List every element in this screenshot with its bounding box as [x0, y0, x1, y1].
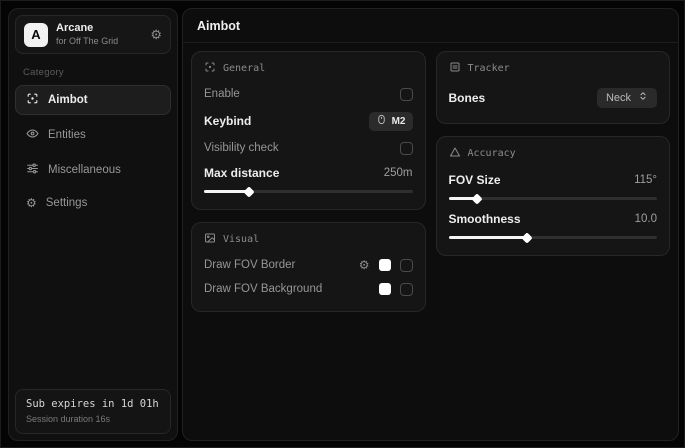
card-visual-header: Visual — [204, 232, 413, 247]
main-panel: Aimbot General Enable — [182, 8, 679, 441]
triangle-icon — [449, 146, 461, 161]
slider-thumb[interactable] — [471, 193, 482, 204]
card-accuracy-header: Accuracy — [449, 146, 658, 161]
mouse-icon — [376, 114, 387, 128]
enable-label: Enable — [204, 88, 240, 100]
card-tracker-header: Tracker — [449, 61, 658, 76]
slider-fill — [449, 236, 528, 239]
draw-fov-background-row: Draw FOV Background — [204, 277, 413, 301]
smoothness-label: Smoothness — [449, 212, 521, 226]
draw-fov-background-checkbox[interactable] — [400, 283, 413, 296]
slider-fill — [204, 190, 250, 193]
smoothness-slider[interactable] — [449, 236, 658, 239]
bones-row: Bones Neck — [449, 82, 658, 113]
left-column: General Enable Keybind M2 — [191, 51, 426, 312]
app-window: A Arcane for Off The Grid ⚙ Category Aim… — [0, 0, 685, 448]
enable-row: Enable — [204, 82, 413, 106]
category-label: Category — [23, 67, 163, 78]
enable-checkbox[interactable] — [400, 88, 413, 101]
draw-fov-border-row: Draw FOV Border ⚙ — [204, 253, 413, 277]
app-header: A Arcane for Off The Grid ⚙ — [15, 15, 171, 54]
smoothness-value: 10.0 — [635, 213, 657, 225]
sub-expires-text: Sub expires in 1d 01h — [26, 398, 160, 410]
max-distance-label: Max distance — [204, 166, 279, 180]
fov-size-slider[interactable] — [449, 197, 658, 200]
app-subtitle: for Off The Grid — [56, 36, 118, 47]
draw-fov-border-controls: ⚙ — [359, 259, 413, 272]
card-accuracy: Accuracy FOV Size 115° Smoothness 10.0 — [436, 136, 671, 256]
visibility-check-label: Visibility check — [204, 142, 279, 154]
sidebar-item-miscellaneous[interactable]: Miscellaneous — [15, 155, 171, 185]
smoothness-row: Smoothness 10.0 — [449, 206, 658, 231]
card-general-header: General — [204, 61, 413, 76]
app-logo: A — [24, 23, 48, 47]
bones-select[interactable]: Neck — [597, 88, 657, 108]
app-title: Arcane — [56, 22, 118, 36]
session-duration-text: Session duration 16s — [26, 414, 160, 424]
target-box-icon — [449, 61, 461, 76]
keybind-value: M2 — [392, 116, 406, 127]
card-title: Tracker — [468, 63, 510, 74]
sidebar-item-aimbot[interactable]: Aimbot — [15, 85, 171, 115]
sidebar-item-label: Aimbot — [48, 94, 88, 106]
page-title: Aimbot — [183, 9, 678, 43]
sidebar-item-label: Settings — [46, 197, 88, 209]
sidebar-item-entities[interactable]: Entities — [15, 120, 171, 150]
sidebar-item-label: Entities — [48, 129, 86, 141]
right-column: Tracker Bones Neck — [436, 51, 671, 256]
card-title: Accuracy — [468, 148, 516, 159]
card-title: General — [223, 63, 265, 74]
eye-icon — [26, 127, 39, 143]
draw-fov-border-checkbox[interactable] — [400, 259, 413, 272]
fov-size-label: FOV Size — [449, 173, 501, 187]
keybind-button[interactable]: M2 — [369, 112, 413, 131]
fov-border-color-swatch[interactable] — [379, 259, 391, 271]
bones-selected-value: Neck — [606, 92, 631, 104]
max-distance-slider[interactable] — [204, 190, 413, 193]
gear-icon[interactable]: ⚙ — [359, 259, 370, 271]
crosshair-icon — [26, 92, 39, 108]
crosshair-icon — [204, 61, 216, 76]
sidebar-item-settings[interactable]: ⚙ Settings — [15, 190, 171, 216]
draw-fov-background-label: Draw FOV Background — [204, 283, 322, 295]
sliders-icon — [26, 162, 39, 178]
keybind-label: Keybind — [204, 114, 251, 128]
sidebar-item-label: Miscellaneous — [48, 164, 121, 176]
bones-label: Bones — [449, 91, 486, 105]
keybind-row: Keybind M2 — [204, 106, 413, 136]
sidebar-nav: Aimbot Entities Miscellaneous ⚙ Settings — [9, 85, 177, 216]
max-distance-value: 250m — [384, 167, 413, 179]
sidebar: A Arcane for Off The Grid ⚙ Category Aim… — [8, 8, 178, 441]
app-title-block: Arcane for Off The Grid — [56, 22, 118, 47]
card-general: General Enable Keybind M2 — [191, 51, 426, 210]
visibility-check-row: Visibility check — [204, 136, 413, 160]
gear-icon[interactable]: ⚙ — [150, 28, 162, 41]
content-area: General Enable Keybind M2 — [183, 43, 678, 320]
card-title: Visual — [223, 234, 259, 245]
draw-fov-background-controls — [379, 283, 413, 296]
chevrons-up-down-icon — [638, 91, 648, 104]
fov-size-row: FOV Size 115° — [449, 167, 658, 192]
fov-size-value: 115° — [634, 174, 657, 186]
draw-fov-border-label: Draw FOV Border — [204, 259, 295, 271]
subscription-panel: Sub expires in 1d 01h Session duration 1… — [15, 389, 171, 434]
visibility-check-checkbox[interactable] — [400, 142, 413, 155]
slider-thumb[interactable] — [521, 232, 532, 243]
gear-icon: ⚙ — [26, 197, 37, 209]
slider-thumb[interactable] — [243, 186, 254, 197]
fov-background-color-swatch[interactable] — [379, 283, 391, 295]
card-visual: Visual Draw FOV Border ⚙ Draw FOV Backgr… — [191, 222, 426, 312]
slider-fill — [449, 197, 478, 200]
card-tracker: Tracker Bones Neck — [436, 51, 671, 124]
image-icon — [204, 232, 216, 247]
max-distance-row: Max distance 250m — [204, 160, 413, 185]
